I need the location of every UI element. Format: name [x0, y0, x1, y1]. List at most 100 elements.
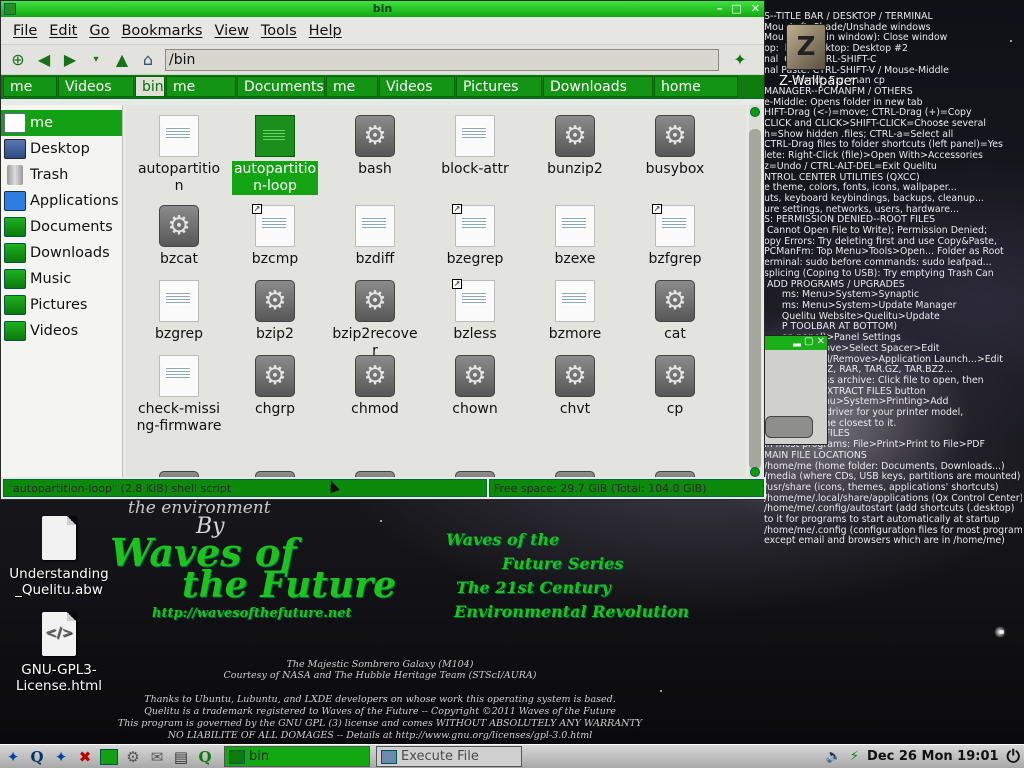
file-item[interactable]: autopartition-loop: [232, 115, 318, 195]
folder-icon: [4, 295, 26, 315]
sidebar-item-label: Desktop: [30, 141, 90, 157]
sidebar-item-music[interactable]: Music: [1, 266, 122, 292]
go-icon[interactable]: ✦: [729, 49, 751, 71]
settings-launcher-icon[interactable]: ⚙: [122, 747, 144, 767]
file-item[interactable]: busybox: [632, 115, 718, 178]
file-manager-launcher-icon[interactable]: [98, 747, 120, 767]
scroll-down-button[interactable]: [750, 467, 760, 477]
window-close-tool-icon[interactable]: ✖: [74, 747, 96, 767]
breadcrumb-downloads[interactable]: Downloads: [543, 76, 653, 97]
file-item[interactable]: chgrp: [232, 355, 318, 418]
script-file-icon: [455, 115, 495, 157]
breadcrumb-home[interactable]: home: [654, 76, 738, 97]
file-item-label: bzegrep: [446, 251, 504, 267]
file-item-label: block-attr: [441, 161, 509, 177]
volume-icon[interactable]: 🔈: [826, 749, 842, 764]
file-item[interactable]: chmod: [332, 355, 418, 418]
file-item[interactable]: chvt: [532, 355, 618, 418]
new-tab-icon[interactable]: ⊕: [7, 49, 29, 71]
breadcrumb-videos[interactable]: Videos: [58, 76, 134, 97]
close-button[interactable]: ✕: [751, 2, 760, 15]
file-item-label: bzcmp: [251, 251, 299, 267]
start-menu-icon[interactable]: ✦: [2, 747, 24, 767]
breadcrumb-pictures[interactable]: Pictures: [456, 76, 542, 97]
file-item[interactable]: bash: [332, 115, 418, 178]
file-item[interactable]: cat: [632, 280, 718, 343]
file-item[interactable]: block-attr: [432, 115, 518, 178]
sidebar-item-documents[interactable]: Documents: [1, 214, 122, 240]
scrollbar-thumb[interactable]: [749, 129, 761, 469]
minimize-button[interactable]: –: [717, 2, 723, 15]
file-item[interactable]: ↗ bzcmp: [232, 204, 318, 268]
menu-view[interactable]: View: [208, 23, 254, 39]
file-item[interactable]: bzexe: [532, 205, 618, 268]
history-dropdown-icon[interactable]: ▾: [85, 49, 107, 71]
taskbar-task-execute-file[interactable]: Execute File: [376, 746, 522, 767]
wallpaper-launcher[interactable]: Z Z-Wallpaper: [768, 24, 868, 89]
file-item-label: bzip2: [256, 326, 294, 342]
background-dialog[interactable]: ▂ ▢ ✕: [762, 335, 828, 445]
file-item[interactable]: check-missing-firmware: [136, 355, 222, 435]
home-icon[interactable]: ⌂: [137, 49, 159, 71]
location-input[interactable]: /bin: [165, 48, 719, 71]
forward-icon[interactable]: ▶: [59, 49, 81, 71]
background-dialog-button[interactable]: [765, 416, 813, 438]
desktop-icon-gpl-license[interactable]: </> GNU-GPL3-License.html: [4, 612, 114, 694]
sidebar-item-label: Trash: [30, 167, 69, 183]
file-item[interactable]: bzip2recover: [332, 280, 418, 360]
file-item[interactable]: bzmore: [532, 280, 618, 343]
trash-icon: [7, 165, 23, 185]
terminal-launcher-icon[interactable]: ▤: [170, 747, 192, 767]
menu-tools[interactable]: Tools: [255, 23, 303, 39]
breadcrumb-documents[interactable]: Documents: [237, 76, 325, 97]
vertical-scrollbar[interactable]: [749, 105, 761, 479]
file-item[interactable]: bzip2: [232, 280, 318, 343]
file-item[interactable]: ↗ bzfgrep: [632, 204, 718, 268]
file-item[interactable]: ↗ bzless: [432, 279, 518, 343]
file-item[interactable]: bzdiff: [332, 205, 418, 268]
taskbar-task-bin[interactable]: bin: [224, 746, 370, 767]
back-icon[interactable]: ◀: [33, 49, 55, 71]
file-item[interactable]: chown: [432, 355, 518, 418]
file-item[interactable]: bzgrep: [136, 280, 222, 343]
breadcrumb-me[interactable]: me: [166, 76, 236, 97]
file-item[interactable]: cp: [632, 355, 718, 418]
menu-file[interactable]: File: [7, 23, 43, 39]
sidebar-item-pictures[interactable]: Pictures: [1, 292, 122, 318]
mail-launcher-icon[interactable]: ✉: [146, 747, 168, 767]
menu-bookmarks[interactable]: Bookmarks: [115, 23, 208, 39]
background-dialog-titlebar[interactable]: ▂ ▢ ✕: [763, 336, 827, 350]
power-icon[interactable]: ⏻: [1007, 747, 1020, 767]
breadcrumb-videos[interactable]: Videos: [379, 76, 455, 97]
desktop-icon-understanding[interactable]: Understanding _Quelitu.abw: [4, 516, 114, 598]
menu-help[interactable]: Help: [303, 23, 348, 39]
sidebar-item-downloads[interactable]: Downloads: [1, 240, 122, 266]
sidebar-item-applications[interactable]: Applications: [1, 188, 122, 214]
menu-edit[interactable]: Edit: [43, 23, 83, 39]
quelitu-control-center-icon[interactable]: Q: [194, 747, 216, 767]
maximize-button[interactable]: □: [731, 2, 741, 15]
file-item[interactable]: autopartition: [136, 115, 222, 195]
up-icon[interactable]: ▲: [111, 49, 133, 71]
script-file-icon: ↗: [452, 204, 495, 247]
sidebar-item-trash[interactable]: Trash: [1, 162, 122, 188]
sidebar-item-videos[interactable]: Videos: [1, 318, 122, 344]
clock[interactable]: Dec 26 Mon 19:01: [867, 749, 999, 764]
places-sidebar: me Desktop Trash Applications Documents Downl…: [1, 105, 123, 479]
quelitu-q-icon[interactable]: Q: [26, 747, 48, 767]
file-item[interactable]: bunzip2: [532, 115, 618, 178]
window-titlebar[interactable]: bin – □ ✕: [1, 1, 764, 17]
file-item[interactable]: bzcat: [136, 205, 222, 268]
art-series-1: Waves of the: [446, 530, 560, 549]
file-item-label: bzdiff: [355, 251, 395, 267]
show-desktop-icon[interactable]: ✦: [50, 747, 72, 767]
menu-go[interactable]: Go: [83, 23, 115, 39]
breadcrumb-me[interactable]: me: [326, 76, 378, 97]
file-item[interactable]: ↗ bzegrep: [432, 204, 518, 268]
breadcrumb-me[interactable]: me: [3, 76, 57, 97]
network-icon[interactable]: ⚡: [850, 749, 859, 764]
scroll-up-button[interactable]: [750, 107, 760, 117]
sidebar-item-desktop[interactable]: Desktop: [1, 136, 122, 162]
sidebar-item-me[interactable]: me: [1, 110, 122, 136]
breadcrumb-bin[interactable]: bin: [135, 76, 165, 97]
